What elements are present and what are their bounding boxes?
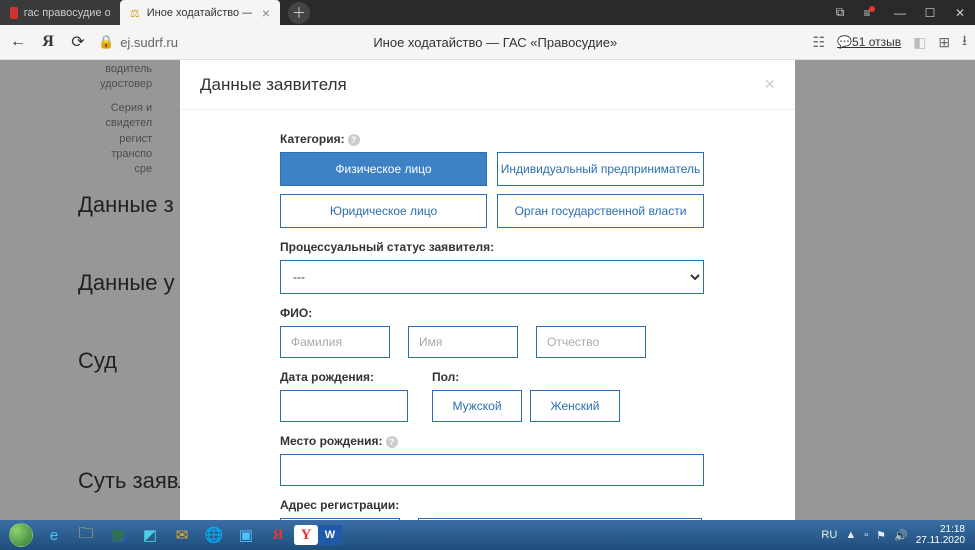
category-label: Категория:?	[280, 132, 775, 146]
dob-label: Дата рождения:	[280, 370, 408, 384]
lastname-input[interactable]	[280, 326, 390, 358]
taskbar-chrome-icon[interactable]: 🌐	[198, 523, 230, 547]
gender-female-button[interactable]: Женский	[530, 390, 620, 422]
dob-input[interactable]	[280, 390, 408, 422]
taskbar-excel-icon[interactable]: ▦	[102, 523, 134, 547]
category-ip-button[interactable]: Индивидуальный предприниматель	[497, 152, 704, 186]
favicon-scales: ⚖	[130, 7, 141, 19]
help-icon[interactable]: ?	[386, 436, 398, 448]
window-maximize-button[interactable]: ☐	[915, 0, 945, 25]
window-menu-icon[interactable]: ≡	[855, 0, 885, 25]
tray-icon[interactable]: ▲	[845, 529, 856, 541]
status-select[interactable]: ---	[280, 260, 704, 294]
window-minimize-button[interactable]: —	[885, 0, 915, 25]
status-label: Процессуальный статус заявителя:	[280, 240, 775, 254]
taskbar-word-icon[interactable]: W	[318, 525, 342, 545]
taskbar-yandex-icon[interactable]: Я	[262, 523, 294, 547]
modal-title: Данные заявителя	[200, 75, 347, 95]
language-indicator[interactable]: RU	[821, 529, 837, 541]
extension-icon[interactable]: ⊞	[938, 34, 950, 51]
gender-label: Пол:	[432, 370, 620, 384]
taskbar-zoom-icon[interactable]: ▣	[230, 523, 262, 547]
page-title: Иное ходатайство — ГАС «Правосудие»	[188, 35, 803, 50]
tray-sound-icon[interactable]: 🔊	[894, 529, 908, 542]
taskbar-browser-icon[interactable]: Y	[294, 525, 318, 545]
download-icon[interactable]: ⭳	[962, 30, 967, 54]
favicon-search	[10, 7, 18, 19]
window-copy-icon[interactable]: ⧉	[825, 0, 855, 25]
bookmark-icon[interactable]: ◧	[913, 34, 926, 51]
reviews-button[interactable]: 💬51 отзыв	[837, 35, 901, 49]
fio-label: ФИО:	[280, 306, 775, 320]
reg-index-input[interactable]	[280, 518, 400, 520]
birthplace-label: Место рождения:?	[280, 434, 775, 448]
midname-input[interactable]	[536, 326, 646, 358]
category-gov-button[interactable]: Орган государственной власти	[497, 194, 704, 228]
browser-address-bar: ← Я ⟳ 🔒 ej.sudrf.ru Иное ходатайство — Г…	[0, 25, 975, 60]
url-display[interactable]: 🔒 ej.sudrf.ru	[98, 34, 178, 50]
taskbar-ie-icon[interactable]: e	[38, 523, 70, 547]
reg-address-label: Адрес регистрации:	[280, 498, 775, 512]
window-titlebar: гас правосудие официаль ⚖ Иное ходатайст…	[0, 0, 975, 25]
start-button[interactable]	[4, 522, 38, 548]
tab-title: Иное ходатайство — Г.	[147, 7, 252, 19]
taskbar-clock[interactable]: 21:18 27.11.2020	[916, 524, 971, 546]
yandex-button[interactable]: Я	[38, 33, 58, 51]
taskbar-outlook-icon[interactable]: ✉	[166, 523, 198, 547]
back-button[interactable]: ←	[8, 33, 28, 51]
windows-taskbar: e 🗀 ▦ ◩ ✉ 🌐 ▣ Я Y W RU ▲ ▫ ⚑ 🔊 21:18 27.…	[0, 520, 975, 550]
firstname-input[interactable]	[408, 326, 518, 358]
browser-tab-active[interactable]: ⚖ Иное ходатайство — Г. ×	[120, 0, 280, 25]
taskbar-explorer-icon[interactable]: 🗀	[70, 523, 102, 547]
modal-dialog: Данные заявителя × Категория:? Физическо…	[180, 60, 795, 520]
url-text: ej.sudrf.ru	[120, 35, 178, 50]
help-icon[interactable]: ?	[348, 134, 360, 146]
browser-tab-inactive[interactable]: гас правосудие официаль	[0, 0, 120, 25]
window-close-button[interactable]: ✕	[945, 0, 975, 25]
new-tab-button[interactable]: ＋	[288, 2, 310, 24]
close-tab-icon[interactable]: ×	[262, 5, 270, 21]
tray-icon[interactable]: ▫	[864, 529, 868, 541]
reload-button[interactable]: ⟳	[68, 32, 88, 52]
birthplace-input[interactable]	[280, 454, 704, 486]
translate-icon[interactable]: ☷	[813, 34, 826, 51]
category-fiz-button[interactable]: Физическое лицо	[280, 152, 487, 186]
category-yur-button[interactable]: Юридическое лицо	[280, 194, 487, 228]
lock-icon: 🔒	[98, 34, 114, 50]
taskbar-app-icon[interactable]: ◩	[134, 523, 166, 547]
tab-title: гас правосудие официаль	[24, 7, 110, 19]
tray-flag-icon[interactable]: ⚑	[876, 529, 886, 542]
modal-close-button[interactable]: ×	[764, 74, 775, 95]
reg-address-input[interactable]	[418, 518, 702, 520]
gender-male-button[interactable]: Мужской	[432, 390, 522, 422]
